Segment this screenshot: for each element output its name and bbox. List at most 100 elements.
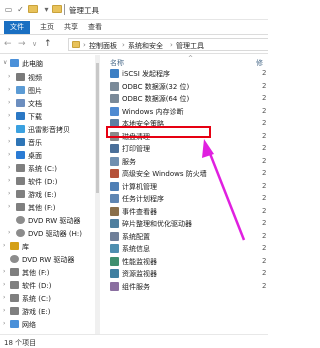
expand-icon[interactable]: › [3, 294, 5, 301]
tab-file[interactable]: 文件 [4, 21, 30, 34]
nav-item-downloads[interactable]: › 下载 [0, 110, 96, 122]
nav-item-drive-d[interactable]: › 软件 (D:) [0, 175, 96, 187]
expand-icon[interactable]: › [8, 99, 10, 106]
forward-icon[interactable]: → [18, 39, 26, 49]
nav-item-this-pc[interactable]: ∨ 此电脑 [0, 57, 96, 69]
list-item[interactable]: 任务计划程序 2 [100, 192, 268, 204]
file-date: 2 [262, 81, 267, 90]
app-menu-icon[interactable]: ▭ [4, 5, 13, 14]
nav-item-drive-e-2[interactable]: › 游戏 (E:) [0, 305, 96, 317]
expand-icon[interactable]: › [8, 177, 10, 184]
nav-item-dvd-rw[interactable]: DVD RW 驱动器 [0, 214, 96, 226]
up-icon[interactable]: ↑ [44, 39, 52, 49]
back-icon[interactable]: ← [4, 39, 12, 49]
nav-item-drive-d-2[interactable]: › 软件 (D:) [0, 279, 96, 291]
nav-item-label: 其他 (F:) [22, 269, 50, 277]
nav-item-label: 图片 [28, 87, 42, 95]
collapse-icon[interactable]: ∨ [3, 59, 7, 66]
properties-icon[interactable]: ✓ [16, 5, 25, 14]
nav-item-label: 系统 (C:) [28, 165, 57, 173]
nav-scroll-thumb[interactable] [96, 63, 99, 193]
nav-item-music[interactable]: › 音乐 [0, 136, 96, 148]
expand-icon[interactable]: › [3, 242, 5, 249]
nav-item-videos[interactable]: › 视频 [0, 71, 96, 83]
breadcrumb-system-security[interactable]: 系统和安全 [128, 41, 163, 51]
nav-item-dvd-rw-2[interactable]: DVD RW 驱动器 [0, 253, 96, 265]
list-item[interactable]: 性能监视器 2 [100, 255, 268, 267]
nav-item-drive-c-2[interactable]: › 系统 (C:) [0, 292, 96, 304]
list-item[interactable]: 系统配置 2 [100, 230, 268, 242]
nav-item-drive-e[interactable]: › 游戏 (E:) [0, 188, 96, 200]
nav-item-drive-f[interactable]: › 其他 (F:) [0, 201, 96, 213]
list-item[interactable]: 高级安全 Windows 防火墙 2 [100, 167, 268, 179]
expand-icon[interactable]: › [3, 268, 5, 275]
expand-icon[interactable]: › [3, 320, 5, 327]
shortcut-icon [110, 156, 119, 166]
nav-item-label: DVD RW 驱动器 [22, 256, 75, 264]
nav-item-label: 迅雷影音拷贝 [28, 126, 70, 134]
file-date: 2 [262, 256, 267, 265]
shortcut-icon [110, 194, 119, 203]
file-list: ^ 名称 修 iSCSI 发起程序 2 ODBC 数据源(32 位) 2 ODBC 数据… [100, 55, 268, 334]
file-date: 2 [262, 94, 267, 102]
list-item[interactable]: 系统信息 2 [100, 242, 268, 254]
nav-item-network[interactable]: › 网络 [0, 318, 96, 330]
nav-item-label: 音乐 [28, 139, 42, 147]
nav-item-pictures[interactable]: › 图片 [0, 84, 96, 96]
expand-icon[interactable]: › [8, 203, 10, 210]
expand-icon[interactable]: › [3, 281, 5, 288]
shortcut-icon [110, 219, 119, 228]
shortcut-icon [110, 206, 119, 216]
address-field[interactable]: › 控制面板 › 系统和安全 › 管理工具 [68, 38, 268, 51]
breadcrumb-control-panel[interactable]: 控制面板 [89, 41, 117, 51]
expand-icon[interactable]: › [8, 112, 10, 119]
item-count: 18 个项目 [4, 339, 37, 347]
drive-icon [10, 268, 19, 276]
library-icon [10, 242, 19, 250]
list-item[interactable]: 组件服务 2 [100, 280, 268, 292]
video-icon [16, 73, 25, 81]
expand-icon[interactable]: › [8, 151, 10, 158]
nav-item-label: DVD 驱动器 (H:) [28, 230, 82, 238]
nav-item-drive-f-2[interactable]: › 其他 (F:) [0, 266, 96, 278]
file-date: 2 [262, 181, 267, 190]
new-folder-icon[interactable] [28, 5, 38, 13]
list-item[interactable]: 服务 2 [100, 155, 268, 167]
recent-locations-icon[interactable]: ∨ [32, 39, 37, 49]
expand-icon[interactable]: › [8, 229, 10, 236]
file-name: 计算机管理 [122, 182, 157, 191]
tab-home[interactable]: 主页 [40, 21, 54, 34]
nav-item-dvd-h[interactable]: › DVD 驱动器 (H:) [0, 227, 96, 239]
file-name: 系统配置 [122, 232, 150, 241]
list-item[interactable]: 打印管理 2 [100, 142, 268, 154]
nav-item-documents[interactable]: › 文档 [0, 97, 96, 109]
expand-icon[interactable]: › [3, 307, 5, 314]
expand-icon[interactable]: › [8, 138, 10, 145]
nav-item-xunlei[interactable]: › 迅雷影音拷贝 [0, 123, 96, 135]
nav-item-libraries[interactable]: › 库 [0, 240, 96, 252]
expand-icon[interactable]: › [8, 164, 10, 171]
ribbon: 文件 主页 共享 查看 [0, 20, 268, 35]
list-item[interactable]: 碎片整理和优化驱动器 2 [100, 217, 268, 229]
breadcrumb-admin-tools[interactable]: 管理工具 [176, 41, 204, 51]
list-item[interactable]: 事件查看器 2 [100, 205, 268, 217]
list-item[interactable]: ODBC 数据源(64 位) 2 [100, 92, 268, 104]
list-item[interactable]: 计算机管理 2 [100, 180, 268, 192]
tab-view[interactable]: 查看 [88, 21, 102, 34]
expand-icon[interactable]: › [8, 190, 10, 197]
shortcut-icon [110, 169, 119, 178]
nav-item-desktop[interactable]: › 桌面 [0, 149, 96, 161]
list-item[interactable]: iSCSI 发起程序 2 [100, 67, 268, 79]
list-item[interactable]: ODBC 数据源(32 位) 2 [100, 80, 268, 92]
list-item[interactable]: 资源监视器 2 [100, 267, 268, 279]
expand-icon[interactable]: › [8, 125, 10, 132]
nav-item-drive-c[interactable]: › 系统 (C:) [0, 162, 96, 174]
list-item[interactable]: Windows 内存诊断 2 [100, 105, 268, 117]
document-icon [16, 99, 25, 107]
quick-access-dropdown-icon[interactable]: ▾ [42, 5, 51, 14]
file-name: 系统信息 [122, 245, 150, 253]
expand-icon[interactable]: › [8, 86, 10, 93]
sort-ascending-icon: ^ [188, 55, 194, 62]
expand-icon[interactable]: › [8, 73, 10, 80]
tab-share[interactable]: 共享 [64, 21, 78, 34]
